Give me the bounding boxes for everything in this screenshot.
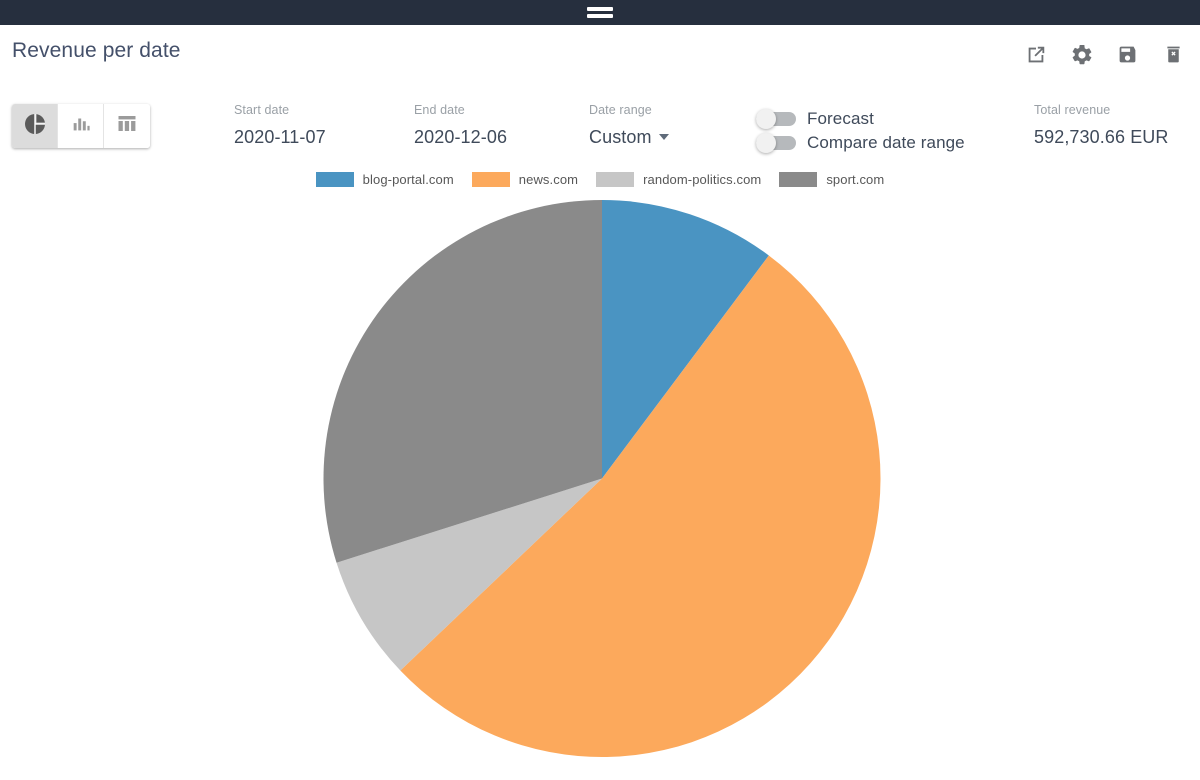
start-date-field[interactable]: Start date 2020-11-07	[234, 102, 326, 152]
legend-item[interactable]: sport.com	[779, 172, 884, 187]
pie-chart-icon	[23, 112, 47, 141]
compare-date-range-switch[interactable]	[756, 133, 796, 153]
pie-slice[interactable]	[336, 478, 602, 671]
end-date-label: End date	[414, 103, 465, 117]
date-range-value: Custom	[589, 127, 652, 147]
date-range-select[interactable]: Custom	[589, 122, 669, 152]
start-date-value[interactable]: 2020-11-07	[234, 122, 326, 152]
compare-date-range-toggle-label: Compare date range	[807, 133, 965, 152]
toggle-group: Forecast Compare date range	[756, 107, 965, 155]
delete-button[interactable]	[1161, 42, 1186, 67]
legend-swatch	[779, 172, 818, 187]
pie-slice[interactable]	[323, 200, 602, 563]
legend-label: random-politics.com	[643, 172, 762, 187]
legend-swatch	[596, 172, 635, 187]
date-range-label: Date range	[589, 103, 652, 117]
pie-slice[interactable]	[400, 255, 881, 758]
chart-type-switcher	[12, 104, 150, 148]
chart-type-bar[interactable]	[58, 104, 104, 148]
save-button[interactable]	[1115, 42, 1140, 67]
table-icon	[115, 112, 139, 141]
trash-x-icon	[1163, 44, 1184, 65]
floppy-disk-icon	[1117, 44, 1138, 65]
end-date-field[interactable]: End date 2020-12-06	[414, 102, 507, 152]
compare-date-range-toggle[interactable]: Compare date range	[756, 131, 965, 155]
drag-handle-icon[interactable]	[587, 7, 613, 18]
chevron-down-icon	[658, 134, 669, 141]
header-actions	[1023, 42, 1186, 67]
legend-swatch	[471, 172, 510, 187]
controls-row: Start date 2020-11-07 End date 2020-12-0…	[0, 87, 1200, 165]
total-revenue-value: 592,730.66 EUR	[1034, 127, 1169, 147]
chart-type-pie[interactable]	[12, 104, 58, 148]
page-title: Revenue per date	[12, 39, 181, 62]
end-date-value[interactable]: 2020-12-06	[414, 122, 507, 152]
panel-header: Revenue per date	[0, 25, 1200, 87]
external-link-icon	[1025, 44, 1047, 66]
forecast-switch[interactable]	[756, 109, 796, 129]
forecast-toggle[interactable]: Forecast	[756, 107, 965, 131]
settings-button[interactable]	[1069, 42, 1094, 67]
gear-icon	[1070, 43, 1094, 67]
start-date-label: Start date	[234, 103, 290, 117]
legend-item[interactable]: random-politics.com	[596, 172, 761, 187]
total-revenue-label: Total revenue	[1034, 103, 1111, 117]
window-drag-bar[interactable]	[0, 0, 1200, 25]
legend-label: sport.com	[826, 172, 885, 187]
legend-label: news.com	[518, 172, 579, 187]
legend-item[interactable]: blog-portal.com	[315, 172, 454, 187]
bar-chart-icon	[70, 113, 92, 140]
chart-type-table[interactable]	[104, 104, 150, 148]
total-revenue: Total revenue 592,730.66 EUR	[1034, 102, 1169, 152]
forecast-switch-knob	[756, 109, 776, 129]
pie-slice[interactable]	[602, 200, 769, 479]
forecast-toggle-label: Forecast	[807, 109, 874, 128]
legend-swatch	[315, 172, 354, 187]
compare-date-range-switch-knob	[756, 133, 776, 153]
chart-legend: blog-portal.com news.com random-politics.c…	[0, 172, 1200, 187]
open-external-button[interactable]	[1023, 42, 1048, 67]
legend-label: blog-portal.com	[362, 172, 454, 187]
date-range-field[interactable]: Date range Custom	[589, 102, 669, 152]
legend-item[interactable]: news.com	[471, 172, 579, 187]
